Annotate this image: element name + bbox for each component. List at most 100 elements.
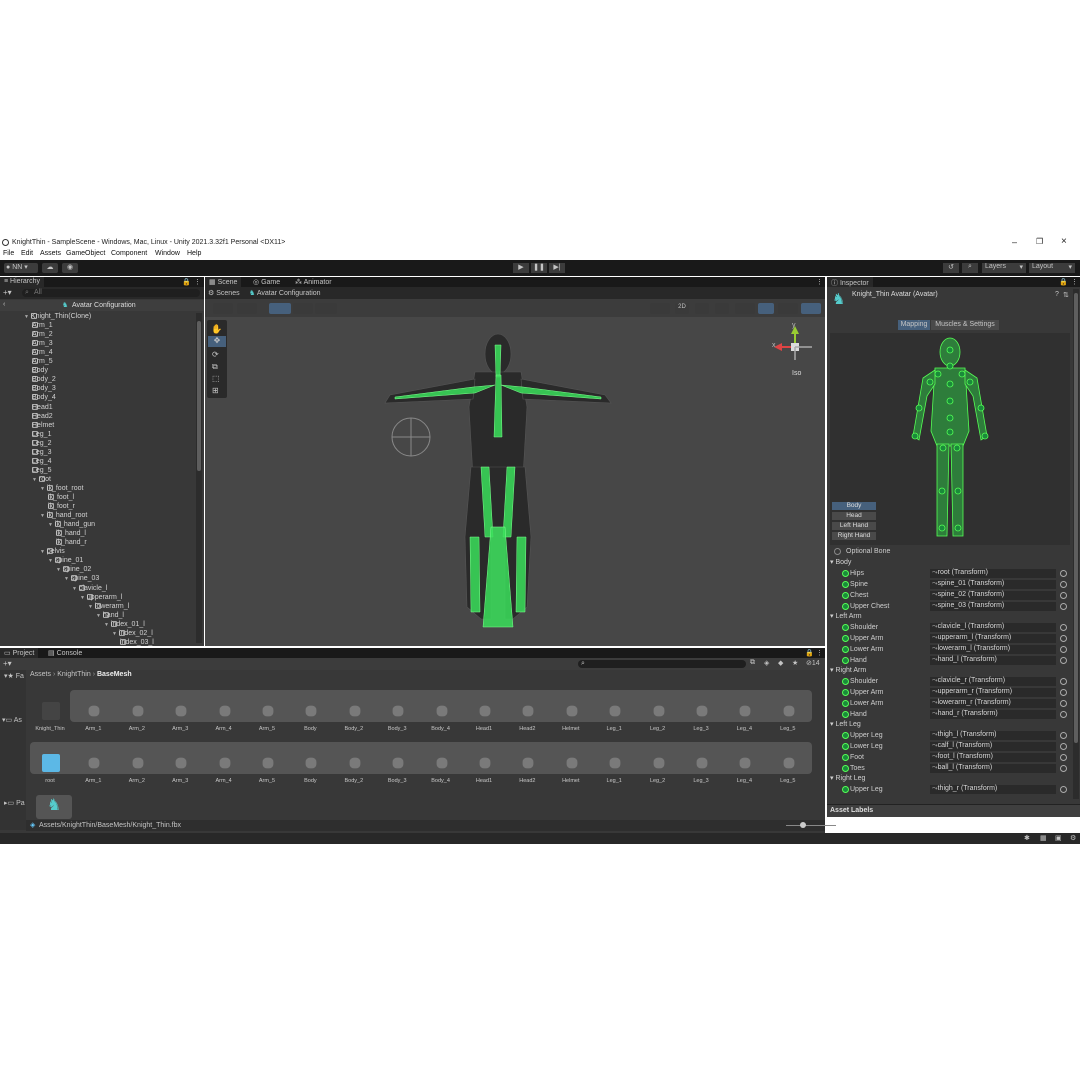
close-icon[interactable]: × bbox=[1061, 236, 1067, 247]
hierarchy-item[interactable]: Leg_5 bbox=[32, 466, 51, 474]
expand-arrow-icon[interactable]: ▼ bbox=[72, 586, 77, 592]
section-left-leg[interactable]: ▾ Left Leg bbox=[830, 720, 861, 728]
expand-arrow-icon[interactable]: ▼ bbox=[56, 567, 61, 573]
hierarchy-item[interactable]: ▼ lowerarm_l bbox=[88, 602, 129, 610]
bone-status-icon[interactable] bbox=[842, 635, 849, 642]
hierarchy-item[interactable]: ▼ index_01_l bbox=[104, 620, 145, 628]
maximize-icon[interactable]: ❐ bbox=[1036, 237, 1043, 246]
hierarchy-item[interactable]: ▼ Knight_Thin(Clone) bbox=[24, 313, 91, 320]
hierarchy-item[interactable]: Leg_4 bbox=[32, 457, 51, 465]
cloud-button[interactable]: ☁ bbox=[42, 263, 58, 273]
bone-status-icon[interactable] bbox=[842, 646, 849, 653]
bone-transform-field[interactable]: ⤳upperarm_l (Transform) bbox=[930, 634, 1056, 643]
bone-status-icon[interactable] bbox=[842, 581, 849, 588]
hierarchy-item[interactable]: ▼ clavicle_l bbox=[72, 584, 107, 592]
object-picker-icon[interactable] bbox=[1060, 657, 1067, 664]
object-picker-icon[interactable] bbox=[1060, 635, 1067, 642]
mesh-asset-icon[interactable] bbox=[479, 705, 491, 717]
menu-dots-icon[interactable]: ⋮ bbox=[1071, 278, 1078, 286]
help-icon[interactable]: ? bbox=[1055, 291, 1059, 298]
hierarchy-item[interactable]: ik_foot_l bbox=[48, 494, 74, 501]
draw-mode-dropdown[interactable] bbox=[213, 303, 233, 314]
mesh-asset-icon[interactable] bbox=[88, 757, 100, 769]
mesh-asset-icon[interactable] bbox=[132, 705, 144, 717]
part-button-head[interactable]: Head bbox=[832, 512, 876, 520]
bone-transform-field[interactable]: ⤳spine_03 (Transform) bbox=[930, 602, 1056, 611]
audio-toggle[interactable] bbox=[715, 303, 729, 314]
lock-icon[interactable]: 🔒 bbox=[182, 278, 191, 286]
menu-edit[interactable]: Edit bbox=[21, 250, 33, 257]
play-button[interactable]: ▶ bbox=[513, 263, 529, 273]
menu-component[interactable]: Component bbox=[111, 250, 147, 257]
tab-inspector[interactable]: ⓘ Inspector bbox=[827, 277, 873, 287]
bone-status-icon[interactable] bbox=[842, 765, 849, 772]
object-picker-icon[interactable] bbox=[1060, 786, 1067, 793]
camera-dropdown[interactable] bbox=[778, 303, 798, 314]
mesh-asset-icon[interactable] bbox=[262, 705, 274, 717]
hierarchy-item[interactable]: ▼ spine_01 bbox=[48, 557, 83, 564]
mesh-asset-icon[interactable] bbox=[305, 757, 317, 769]
object-picker-icon[interactable] bbox=[1060, 678, 1067, 685]
mesh-asset-icon[interactable] bbox=[88, 705, 100, 717]
menu-assets[interactable]: Assets bbox=[40, 250, 61, 257]
step-button[interactable]: ▶| bbox=[549, 263, 565, 273]
mesh-asset-icon[interactable] bbox=[609, 757, 621, 769]
knight-model[interactable] bbox=[355, 327, 645, 632]
inspector-scrollbar[interactable] bbox=[1073, 289, 1079, 799]
bone-status-icon[interactable] bbox=[842, 678, 849, 685]
search-icon[interactable]: ⌕ bbox=[962, 263, 978, 273]
tab-scene[interactable]: ▦ Scene bbox=[205, 277, 242, 287]
hierarchy-item[interactable]: ik_hand_r bbox=[56, 539, 87, 546]
mesh-asset-icon[interactable] bbox=[175, 705, 187, 717]
part-button-right-hand[interactable]: Right Hand bbox=[832, 532, 876, 540]
tab-hierarchy[interactable]: ≡ Hierarchy bbox=[0, 277, 44, 287]
hierarchy-item[interactable]: Arm_2 bbox=[32, 331, 53, 338]
gizmos-dropdown[interactable] bbox=[801, 303, 821, 314]
bone-transform-field[interactable]: ⤳spine_02 (Transform) bbox=[930, 591, 1056, 600]
bone-status-icon[interactable] bbox=[842, 732, 849, 739]
menu-file[interactable]: File bbox=[3, 250, 14, 257]
hierarchy-item[interactable]: ▼ upperarm_l bbox=[80, 593, 122, 601]
scale-tool-icon[interactable]: ⧉ bbox=[212, 362, 218, 372]
mode-2d-toggle[interactable]: 2D bbox=[675, 303, 689, 314]
hierarchy-item[interactable]: Arm_4 bbox=[32, 349, 53, 356]
lock-icon[interactable]: 🔒 bbox=[1059, 278, 1068, 286]
lighting-toggle[interactable] bbox=[695, 303, 709, 314]
grid-dropdown[interactable] bbox=[293, 303, 313, 314]
menu-help[interactable]: Help bbox=[187, 250, 201, 257]
services-button[interactable]: ◉ bbox=[62, 263, 78, 273]
bone-transform-field[interactable]: ⤳calf_l (Transform) bbox=[930, 742, 1056, 751]
tab-game[interactable]: ◎ Game bbox=[249, 277, 284, 287]
object-picker-icon[interactable] bbox=[1060, 624, 1067, 631]
expand-arrow-icon[interactable]: ▼ bbox=[24, 314, 29, 320]
mesh-asset-icon[interactable] bbox=[696, 757, 708, 769]
hierarchy-item[interactable]: Arm_1 bbox=[32, 322, 53, 329]
add-button[interactable]: +▾ bbox=[3, 288, 12, 297]
bone-status-icon[interactable] bbox=[842, 786, 849, 793]
mesh-asset-icon[interactable] bbox=[522, 757, 534, 769]
mesh-asset-icon[interactable] bbox=[305, 705, 317, 717]
object-picker-icon[interactable] bbox=[1060, 570, 1067, 577]
hierarchy-item[interactable]: ▼ spine_02 bbox=[56, 566, 91, 573]
bone-transform-field[interactable]: ⤳root (Transform) bbox=[930, 569, 1056, 578]
section-left-arm[interactable]: ▾ Left Arm bbox=[830, 612, 862, 620]
tab-animator[interactable]: ⁂ Animator bbox=[291, 277, 336, 287]
menu-gameobject[interactable]: GameObject bbox=[66, 250, 105, 257]
hierarchy-item[interactable]: Head1 bbox=[32, 403, 53, 411]
bone-status-icon[interactable] bbox=[842, 603, 849, 610]
mesh-asset-icon[interactable] bbox=[522, 705, 534, 717]
hierarchy-item[interactable]: ▼ root bbox=[32, 475, 51, 483]
hierarchy-item[interactable]: ▼ index_02_l bbox=[112, 629, 153, 637]
tab-muscles-settings[interactable]: Muscles & Settings bbox=[931, 320, 999, 330]
hierarchy-item[interactable]: Body bbox=[32, 367, 48, 374]
part-button-left-hand[interactable]: Left Hand bbox=[832, 522, 876, 530]
minimize-icon[interactable]: – bbox=[1012, 237, 1017, 247]
hidden-objects-toggle[interactable] bbox=[758, 303, 774, 314]
bug-icon[interactable]: ✱ bbox=[1024, 834, 1030, 842]
expand-arrow-icon[interactable]: ▼ bbox=[112, 631, 117, 637]
bone-status-icon[interactable] bbox=[842, 754, 849, 761]
bone-status-icon[interactable] bbox=[842, 743, 849, 750]
mesh-asset-icon[interactable] bbox=[783, 705, 795, 717]
pause-button[interactable]: ❚❚ bbox=[531, 263, 547, 273]
section-right-arm[interactable]: ▾ Right Arm bbox=[830, 666, 866, 674]
